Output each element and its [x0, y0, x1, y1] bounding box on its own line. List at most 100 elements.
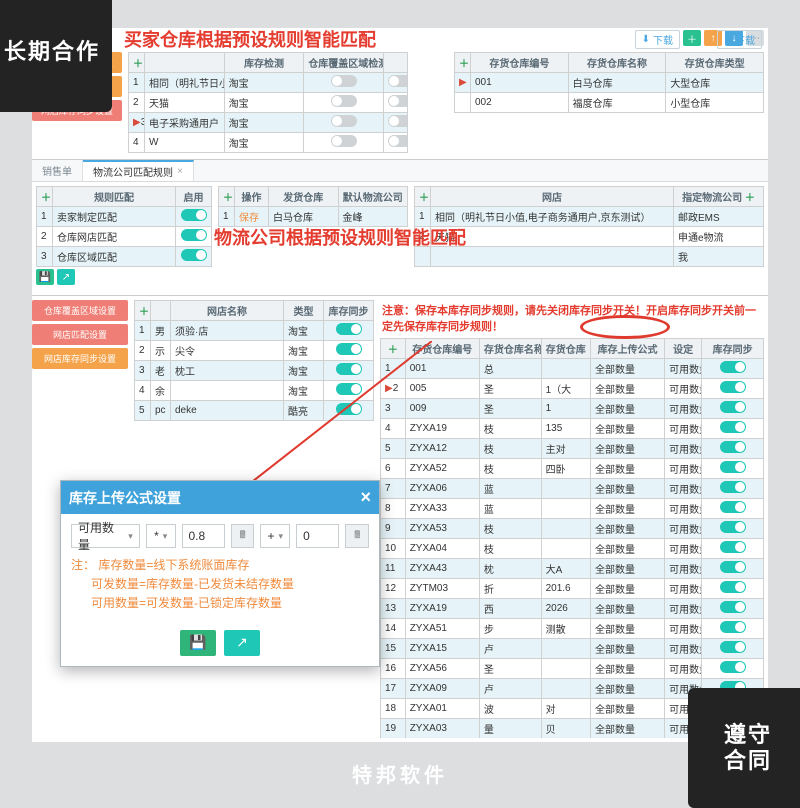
toggle[interactable] [720, 381, 746, 393]
table-row[interactable]: 1相同（明礼节日小值,电子商务通用户,京东测试）邮政EMS [415, 207, 764, 227]
toggle[interactable] [720, 461, 746, 473]
toggle[interactable] [336, 323, 362, 335]
table-row[interactable]: 2天猫申通e物流 [415, 227, 764, 247]
toggle[interactable] [331, 115, 357, 127]
export-button[interactable]: ↗ [224, 630, 260, 656]
toggle[interactable] [331, 135, 357, 147]
table-row[interactable]: 2天猫淘宝 [129, 93, 408, 113]
tab-logistics-rules[interactable]: 物流公司匹配规则× [83, 160, 194, 181]
table-row[interactable]: 16ZYXA56圣全部数量可用数量*0.6 [381, 659, 764, 679]
val-add-input[interactable]: 0 [296, 524, 339, 548]
toggle[interactable] [336, 363, 362, 375]
table-row[interactable]: 3009圣1全部数量可用数量*0.6 [381, 399, 764, 419]
table-row[interactable]: 10ZYXA04枝全部数量可用数量*0.6 [381, 539, 764, 559]
calculator-icon[interactable]: 🖩 [231, 524, 255, 548]
table-row[interactable]: 3老枕工淘宝 [135, 361, 374, 381]
table-row[interactable]: 4余淘宝 [135, 381, 374, 401]
toggle[interactable] [720, 641, 746, 653]
toggle[interactable] [720, 561, 746, 573]
toggle[interactable] [720, 541, 746, 553]
tab-sales-order[interactable]: 销售单 [32, 160, 83, 181]
table-row[interactable]: ▶2005圣1（大全部数量可用数量*1 [381, 379, 764, 399]
add-row-icon[interactable]: ＋ [459, 59, 469, 70]
toggle[interactable] [336, 403, 362, 415]
save-icon[interactable]: 💾 [36, 269, 54, 285]
add-row-icon[interactable]: ＋ [133, 59, 143, 70]
close-icon[interactable]: × [360, 487, 371, 508]
toggle[interactable] [720, 661, 746, 673]
qty-select[interactable]: 可用数量 [71, 524, 140, 548]
download-button[interactable]: ⬇ 下载 [717, 30, 762, 49]
table-row[interactable]: 9ZYXA53枝全部数量可用数量*0.6 [381, 519, 764, 539]
table-row[interactable]: 5ZYXA12枝主对全部数量可用数量*0.6 [381, 439, 764, 459]
table-row[interactable]: 我 [415, 247, 764, 267]
toggle[interactable] [331, 95, 357, 107]
toggle[interactable] [720, 601, 746, 613]
add-row-icon[interactable]: ＋ [223, 193, 233, 204]
toggle[interactable] [720, 481, 746, 493]
table-row[interactable]: 1男须验·店淘宝 [135, 321, 374, 341]
op-mul-select[interactable]: * [146, 524, 176, 548]
toggle[interactable] [720, 401, 746, 413]
op-add-select[interactable]: + [260, 524, 290, 548]
toggle[interactable] [720, 361, 746, 373]
table-row[interactable]: 14ZYXA51步测散全部数量可用数量*0.6 [381, 619, 764, 639]
val-mul-input[interactable]: 0.8 [182, 524, 225, 548]
toggle[interactable] [720, 421, 746, 433]
toggle[interactable] [336, 383, 362, 395]
add-button[interactable]: ＋ [683, 30, 701, 46]
download-label: 下载 [735, 32, 755, 47]
export-icon[interactable]: ↗ [57, 269, 75, 285]
col-store-name: 网店名称 [171, 301, 284, 321]
table-row[interactable]: 4ZYXA19枝135全部数量可用数量*0.6 [381, 419, 764, 439]
toggle[interactable] [720, 521, 746, 533]
toggle[interactable] [720, 441, 746, 453]
table-row[interactable]: 13ZYXA19西2026全部数量可用数量*0.6 [381, 599, 764, 619]
add-row-icon[interactable]: ＋ [419, 193, 429, 204]
table-row[interactable]: 002福度仓库小型仓库 [455, 93, 764, 113]
calculator-icon[interactable]: 🖩 [345, 524, 369, 548]
btn-store-match[interactable]: 网店匹配设置 [32, 324, 128, 345]
toggle[interactable] [336, 343, 362, 355]
toggle[interactable] [388, 75, 408, 87]
table-row[interactable]: ▶001白马仓库大型仓库 [455, 73, 764, 93]
table-row[interactable]: 1卖家制定匹配 [37, 207, 212, 227]
table-row[interactable]: 11ZYXA43枕大A全部数量可用数量*0.6 [381, 559, 764, 579]
toggle[interactable] [720, 501, 746, 513]
table-row[interactable]: 3仓库区域匹配 [37, 247, 212, 267]
add-row-icon[interactable]: ＋ [388, 345, 398, 356]
toggle[interactable] [181, 229, 207, 241]
table-row[interactable]: 6ZYXA52枝四卧全部数量可用数量*0.6 [381, 459, 764, 479]
table-row[interactable]: 7ZYXA06蓝全部数量可用数量*0.6 [381, 479, 764, 499]
table-row[interactable]: 2示尖令淘宝 [135, 341, 374, 361]
table-row[interactable]: 4W淘宝 [129, 133, 408, 153]
tab-strip: 销售单 物流公司匹配规则× ⬇ 下载 [32, 160, 768, 182]
table-row[interactable]: 5pcdeke酷亮 [135, 401, 374, 421]
toggle[interactable] [720, 621, 746, 633]
table-row[interactable]: 1001总全部数量可用数量*0.6 [381, 359, 764, 379]
add-row-icon[interactable]: ＋ [139, 307, 149, 318]
warning-text: 注意：保存本库存同步规则，请先关闭库存同步开关！开启库存同步开关前一定先保存库存… [380, 300, 764, 338]
toggle[interactable] [388, 115, 408, 127]
close-icon[interactable]: × [177, 166, 183, 177]
table-row[interactable]: 2仓库网店匹配 [37, 227, 212, 247]
table-row[interactable]: 12ZYTM03折201.6全部数量可用数量*0.6 [381, 579, 764, 599]
btn-store-sync[interactable]: 网店库存同步设置 [32, 348, 128, 369]
toggle[interactable] [388, 135, 408, 147]
toggle[interactable] [181, 249, 207, 261]
toggle[interactable] [331, 75, 357, 87]
table-row[interactable]: 1相同（明礼节日小值）淘宝 [129, 73, 408, 93]
btn-warehouse-area[interactable]: 仓库覆盖区域设置 [32, 300, 128, 321]
add-icon[interactable]: ＋ [745, 193, 755, 204]
table-row[interactable]: ▶3电子采购通用户淘宝 [129, 113, 408, 133]
download-button[interactable]: ⬇ 下载 [635, 30, 680, 49]
table-row[interactable]: 8ZYXA33蓝全部数量可用数量*0.6 [381, 499, 764, 519]
note-line: 可发数量=库存数量-已发货未结存数量 [91, 577, 294, 591]
section3-right-table: 注意：保存本库存同步规则，请先关闭库存同步开关！开启库存同步开关前一定先保存库存… [380, 300, 764, 738]
toggle[interactable] [720, 581, 746, 593]
table-row[interactable]: 15ZYXA15卢全部数量可用数量*0.6 [381, 639, 764, 659]
add-row-icon[interactable]: ＋ [41, 193, 51, 204]
toggle[interactable] [181, 209, 207, 221]
save-button[interactable]: 💾 [180, 630, 216, 656]
toggle[interactable] [388, 95, 408, 107]
